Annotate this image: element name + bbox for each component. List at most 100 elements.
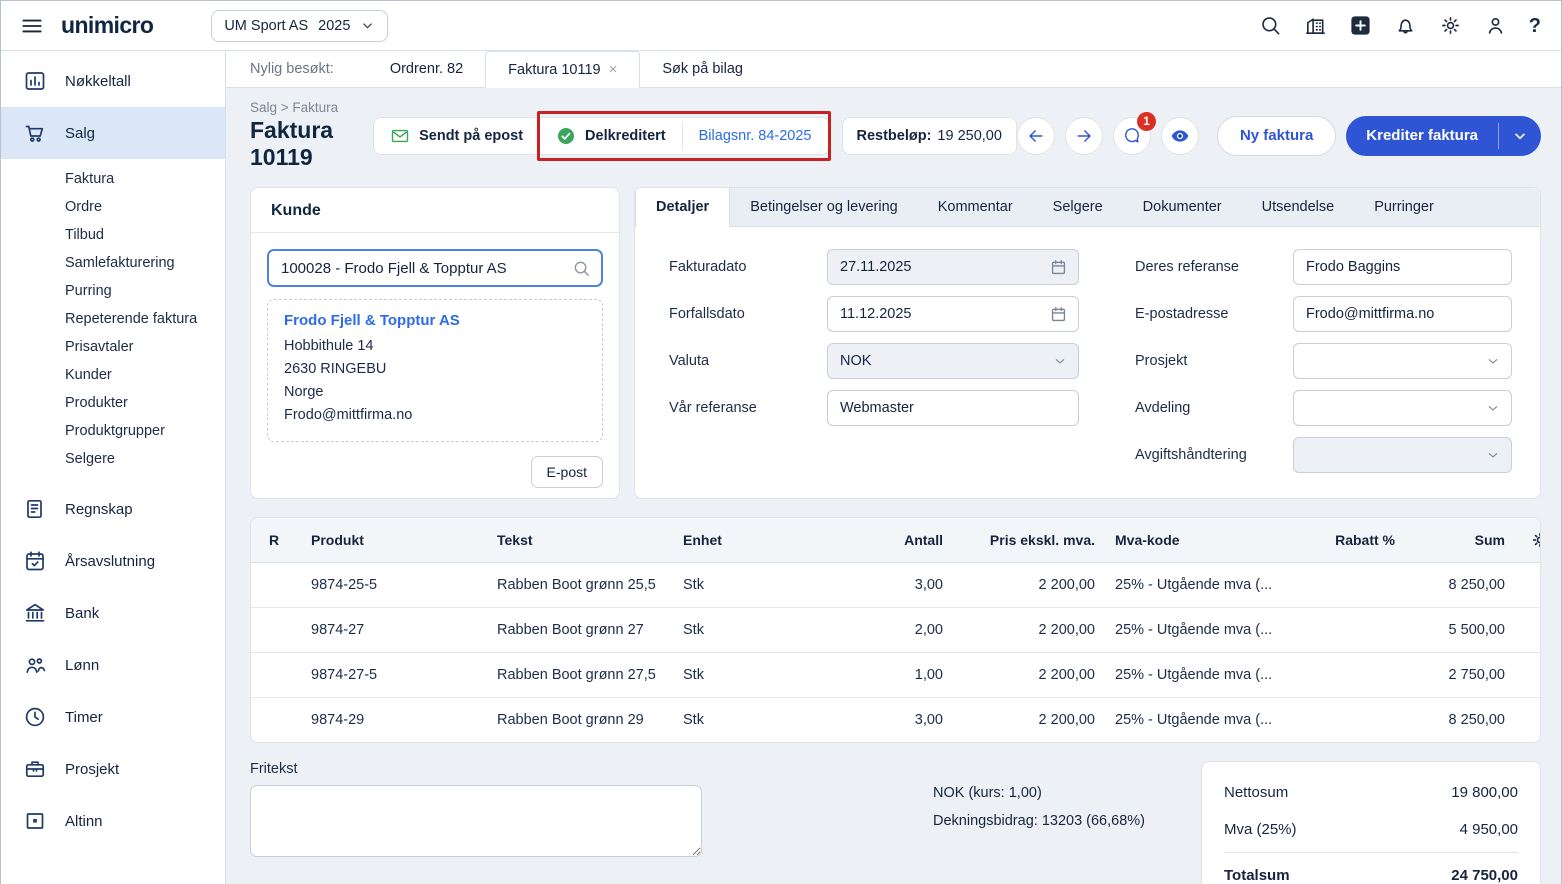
cell-rabatt[interactable] <box>1305 652 1405 697</box>
customer-search-input[interactable]: 100028 - Frodo Fjell & Topptur AS <box>267 249 603 287</box>
fritekst-textarea[interactable] <box>250 785 702 857</box>
cell-antall[interactable]: 1,00 <box>861 652 953 697</box>
sidebar-item-nokkeltall[interactable]: Nøkkeltall <box>1 55 225 107</box>
calendar-icon[interactable] <box>1049 258 1068 277</box>
user-icon[interactable] <box>1484 14 1507 37</box>
sidebar-item-prisavtaler[interactable]: Prisavtaler <box>1 333 225 361</box>
sidebar-item-produktgrupper[interactable]: Produktgrupper <box>1 417 225 445</box>
epostadresse-input[interactable]: Frodo@mittfirma.no <box>1293 296 1512 332</box>
cell-antall[interactable]: 3,00 <box>861 562 953 607</box>
tab-dokumenter[interactable]: Dokumenter <box>1123 188 1242 226</box>
company-selector[interactable]: UM Sport AS 2025 <box>211 10 388 42</box>
add-plus-icon[interactable] <box>1349 14 1372 37</box>
search-icon[interactable] <box>572 259 591 278</box>
sidebar-item-arsavslutning[interactable]: Årsavslutning <box>1 535 225 587</box>
table-row[interactable]: 9874-27-5 Rabben Boot grønn 27,5 Stk 1,0… <box>251 652 1541 697</box>
tab-kommentar[interactable]: Kommentar <box>918 188 1033 226</box>
cell-pris[interactable]: 2 200,00 <box>953 607 1105 652</box>
search-icon[interactable] <box>1259 14 1282 37</box>
cell-antall[interactable]: 3,00 <box>861 697 953 742</box>
cell-mva[interactable]: 25% - Utgående mva (... <box>1105 607 1305 652</box>
cell-antall[interactable]: 2,00 <box>861 607 953 652</box>
email-button[interactable]: E-post <box>531 456 603 488</box>
sidebar-item-altinn[interactable]: Altinn <box>1 795 225 847</box>
cell-enhet[interactable]: Stk <box>673 652 861 697</box>
prosjekt-select[interactable] <box>1293 343 1512 379</box>
hamburger-menu-icon[interactable] <box>19 13 45 39</box>
tab-betingelser-og-levering[interactable]: Betingelser og levering <box>730 188 918 226</box>
table-row[interactable]: 9874-27 Rabben Boot grønn 27 Stk 2,00 2 … <box>251 607 1541 652</box>
avdeling-select[interactable] <box>1293 390 1512 426</box>
sidebar-item-repeterende-faktura[interactable]: Repeterende faktura <box>1 305 225 333</box>
fakturadato-input[interactable]: 27.11.2025 <box>827 249 1079 285</box>
cell-produkt[interactable]: 9874-27 <box>301 607 487 652</box>
next-invoice-button[interactable] <box>1065 117 1103 155</box>
marketplace-buildings-icon[interactable] <box>1304 14 1327 37</box>
credit-invoice-button[interactable]: Krediter faktura <box>1346 116 1541 156</box>
tab-ordrenr-82[interactable]: Ordrenr. 82 <box>368 51 485 87</box>
cell-tekst[interactable]: Rabben Boot grønn 27 <box>487 607 673 652</box>
var-referanse-input[interactable]: Webmaster <box>827 390 1079 426</box>
cell-produkt[interactable]: 9874-25-5 <box>301 562 487 607</box>
sidebar-item-bank[interactable]: Bank <box>1 587 225 639</box>
sidebar-item-faktura[interactable]: Faktura <box>1 165 225 193</box>
sidebar-item-prosjekt[interactable]: Prosjekt <box>1 743 225 795</box>
preview-button[interactable] <box>1161 117 1199 155</box>
sidebar-item-regnskap[interactable]: Regnskap <box>1 483 225 535</box>
credit-invoice-dropdown[interactable] <box>1499 116 1541 156</box>
new-invoice-button[interactable]: Ny faktura <box>1217 116 1336 156</box>
sidebar-item-lonn[interactable]: Lønn <box>1 639 225 691</box>
table-row[interactable]: 9874-25-5 Rabben Boot grønn 25,5 Stk 3,0… <box>251 562 1541 607</box>
cell-rabatt[interactable] <box>1305 607 1405 652</box>
cell-pris[interactable]: 2 200,00 <box>953 652 1105 697</box>
envelope-icon <box>390 126 410 146</box>
cell-produkt[interactable]: 9874-27-5 <box>301 652 487 697</box>
cell-rabatt[interactable] <box>1305 697 1405 742</box>
cell-tekst[interactable]: Rabben Boot grønn 27,5 <box>487 652 673 697</box>
cell-mva[interactable]: 25% - Utgående mva (... <box>1105 697 1305 742</box>
cell-tekst[interactable]: Rabben Boot grønn 29 <box>487 697 673 742</box>
tab-purringer[interactable]: Purringer <box>1354 188 1454 226</box>
cell-mva[interactable]: 25% - Utgående mva (... <box>1105 652 1305 697</box>
cell-mva[interactable]: 25% - Utgående mva (... <box>1105 562 1305 607</box>
cell-pris[interactable]: 2 200,00 <box>953 562 1105 607</box>
help-icon[interactable]: ? <box>1529 16 1541 36</box>
deres-referanse-input[interactable]: Frodo Baggins <box>1293 249 1512 285</box>
bilagsnr-link[interactable]: Bilagsnr. 84-2025 <box>683 114 828 158</box>
sidebar-item-purring[interactable]: Purring <box>1 277 225 305</box>
table-row[interactable]: 9874-29 Rabben Boot grønn 29 Stk 3,00 2 … <box>251 697 1541 742</box>
sidebar-item-samlefakturering[interactable]: Samlefakturering <box>1 249 225 277</box>
avgiftshandtering-select[interactable] <box>1293 437 1512 473</box>
tab-detaljer[interactable]: Detaljer <box>635 188 730 227</box>
comments-button[interactable]: 1 <box>1113 117 1151 155</box>
sidebar-item-kunder[interactable]: Kunder <box>1 361 225 389</box>
sidebar-item-timer[interactable]: Timer <box>1 691 225 743</box>
breadcrumb[interactable]: Salg > Faktura <box>250 100 345 115</box>
cell-enhet[interactable]: Stk <box>673 697 861 742</box>
calendar-icon[interactable] <box>1049 305 1068 324</box>
notifications-bell-icon[interactable] <box>1394 14 1417 37</box>
cell-rabatt[interactable] <box>1305 562 1405 607</box>
valuta-select[interactable]: NOK <box>827 343 1079 379</box>
tab-selgere[interactable]: Selgere <box>1033 188 1123 226</box>
tab-faktura-10119[interactable]: Faktura 10119 × <box>485 51 640 88</box>
cell-tekst[interactable]: Rabben Boot grønn 25,5 <box>487 562 673 607</box>
sidebar-item-salg[interactable]: Salg <box>1 107 225 159</box>
cell-pris[interactable]: 2 200,00 <box>953 697 1105 742</box>
sidebar-item-selgere[interactable]: Selgere <box>1 445 225 473</box>
eye-icon <box>1170 126 1190 146</box>
table-settings-gear-icon[interactable] <box>1531 531 1541 549</box>
cell-enhet[interactable]: Stk <box>673 562 861 607</box>
sidebar-item-produkter[interactable]: Produkter <box>1 389 225 417</box>
cell-enhet[interactable]: Stk <box>673 607 861 652</box>
tab-utsendelse[interactable]: Utsendelse <box>1242 188 1355 226</box>
close-icon[interactable]: × <box>609 61 618 78</box>
sidebar-item-ordre[interactable]: Ordre <box>1 193 225 221</box>
previous-invoice-button[interactable] <box>1017 117 1055 155</box>
cell-produkt[interactable]: 9874-29 <box>301 697 487 742</box>
sidebar-item-tilbud[interactable]: Tilbud <box>1 221 225 249</box>
customer-name-link[interactable]: Frodo Fjell & Topptur AS <box>284 312 586 329</box>
forfallsdato-input[interactable]: 11.12.2025 <box>827 296 1079 332</box>
tab-sok-pa-bilag[interactable]: Søk på bilag <box>640 51 765 87</box>
settings-gear-icon[interactable] <box>1439 14 1462 37</box>
